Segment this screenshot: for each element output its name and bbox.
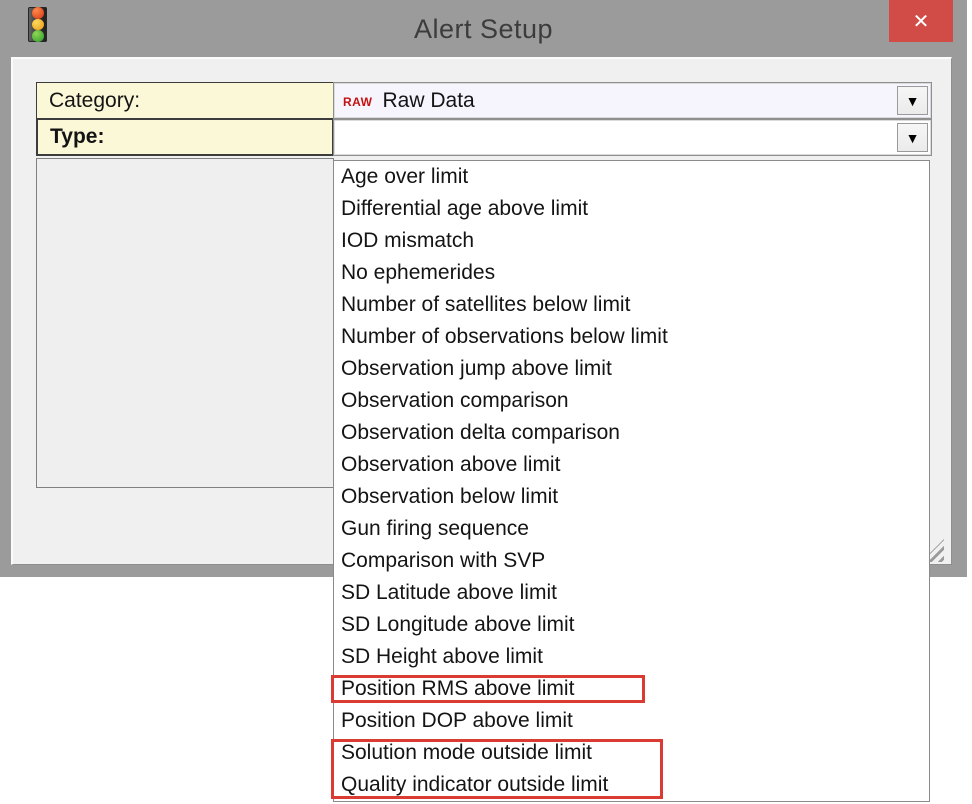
list-item[interactable]: Age over limit [334,161,929,193]
list-item[interactable]: Observation comparison [334,385,929,417]
type-options-list: Age over limitDifferential age above lim… [333,160,930,802]
list-item[interactable]: Gun firing sequence [334,513,929,545]
chevron-down-icon: ▼ [906,130,920,146]
list-item[interactable]: Quality indicator outside limit [334,769,929,801]
list-item[interactable]: Differential age above limit [334,193,929,225]
list-item[interactable]: Number of satellites below limit [334,289,929,321]
list-item[interactable]: SD Latitude above limit [334,577,929,609]
list-item[interactable]: Observation below limit [334,481,929,513]
list-item[interactable]: SD Height above limit [334,641,929,673]
category-label: Category: [36,82,334,119]
list-item[interactable]: Position DOP above limit [334,705,929,737]
list-item[interactable]: IOD mismatch [334,225,929,257]
type-dropdown[interactable]: ▼ [333,119,932,156]
category-value: Raw Data [383,89,475,113]
category-dropdown[interactable]: RAW Raw Data ▼ [333,82,932,119]
close-icon: ✕ [913,9,930,34]
page-title: Alert Setup [0,14,967,45]
list-item[interactable]: SD Longitude above limit [334,609,929,641]
list-item[interactable]: Solution mode outside limit [334,737,929,769]
list-item[interactable]: Observation jump above limit [334,353,929,385]
chevron-down-icon: ▼ [906,93,920,109]
list-item[interactable]: Comparison with SVP [334,545,929,577]
list-item[interactable]: Observation above limit [334,449,929,481]
list-item[interactable]: Observation delta comparison [334,417,929,449]
list-item[interactable]: Position RMS above limit [334,673,929,705]
list-item[interactable]: No ephemerides [334,257,929,289]
type-label: Type: [36,118,334,156]
close-button[interactable]: ✕ [889,0,953,42]
title-bar[interactable]: Alert Setup ✕ [0,0,967,57]
list-item[interactable]: Number of observations below limit [334,321,929,353]
type-dropdown-button[interactable]: ▼ [897,123,928,152]
type-config-panel [36,158,334,488]
category-dropdown-button[interactable]: ▼ [897,86,928,115]
raw-data-badge-icon: RAW [343,95,373,109]
